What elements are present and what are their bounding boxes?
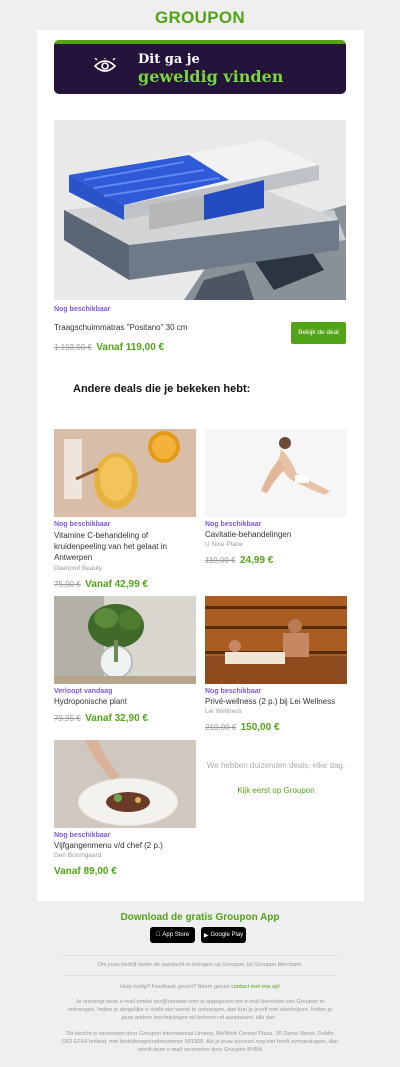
- deal-title[interactable]: Vijfgangenmenu v/d chef (2 p.): [54, 841, 196, 850]
- deal-image[interactable]: [205, 429, 347, 517]
- email-card: Dit ga je geweldig vinden Nog beschikbaa…: [37, 30, 364, 901]
- deal-title[interactable]: Cavitatie-behandelingen: [205, 530, 347, 539]
- deal-old-price: 75,00 €: [54, 580, 81, 589]
- footer-divider: [62, 955, 338, 956]
- merchant-line: Om jouw bedrijf onder de aandacht te bre…: [97, 962, 303, 968]
- deal-merchant: Diamond Beauty: [54, 565, 103, 572]
- deal-price: Vanaf 32,90 €: [85, 713, 148, 724]
- section-title: Andere deals die je bekeken hebt:: [73, 383, 251, 395]
- footer-divider: [62, 975, 338, 976]
- deal-price-row: 210,00 € 150,00 €: [205, 717, 347, 735]
- featured-price-row: 1.193,00 € Vanaf 119,00 €: [54, 337, 164, 355]
- deal-card[interactable]: Verloopt vandaag Hydroponische plant 79,…: [54, 596, 196, 728]
- deal-card[interactable]: Nog beschikbaar Vitamine C-behandeling o…: [54, 429, 196, 594]
- download-app-heading: Download de gratis Groupon App: [120, 912, 280, 923]
- help-text: Hulp nodig? Feedback geven? Neem gerust: [120, 984, 230, 990]
- featured-price: Vanaf 119,00 €: [96, 342, 165, 353]
- deal-image[interactable]: [54, 429, 196, 517]
- play-icon: ▶: [203, 932, 209, 939]
- deal-image[interactable]: [205, 596, 347, 684]
- featured-availability: Nog beschikbaar: [54, 306, 111, 313]
- deal-old-price: 110,00 €: [205, 556, 236, 565]
- featured-title[interactable]: Traagschuimmatras "Positano" 30 cm: [54, 323, 187, 332]
- deal-price: Vanaf 42,99 €: [85, 579, 148, 590]
- deal-title[interactable]: Vitamine C-behandeling of kruidenpeeling…: [54, 530, 196, 563]
- apple-icon: : [156, 932, 161, 938]
- deal-title[interactable]: Privé-wellness (2 p.) bij Lei Wellness: [205, 697, 347, 706]
- promo-banner[interactable]: Dit ga je geweldig vinden: [54, 40, 346, 94]
- featured-deal-image[interactable]: [54, 120, 346, 300]
- banner-accent-line: [54, 40, 346, 44]
- deal-image[interactable]: [54, 740, 196, 828]
- eye-icon: [94, 58, 116, 72]
- deal-title[interactable]: Hydroponische plant: [54, 697, 196, 706]
- promo-text: We hebben duizenden deals, elke dag.: [206, 761, 346, 770]
- deal-availability: Nog beschikbaar: [54, 832, 111, 839]
- deal-availability: Nog beschikbaar: [205, 521, 262, 528]
- promo-block: We hebben duizenden deals, elke dag. Kij…: [205, 760, 347, 795]
- deal-card[interactable]: Nog beschikbaar Privé-wellness (2 p.) bi…: [205, 596, 347, 737]
- promo-link[interactable]: Kijk eerst op Groupon: [205, 786, 347, 795]
- deal-price: 150,00 €: [240, 722, 280, 733]
- deal-price-row: Vanaf 89,00 €: [54, 861, 196, 879]
- deal-card[interactable]: Nog beschikbaar Cavitatie-behandelingen …: [205, 429, 347, 570]
- deal-merchant: U Nice Place: [205, 541, 243, 548]
- banner-line-1: Dit ga je: [138, 52, 200, 67]
- deal-card[interactable]: Nog beschikbaar Vijfgangenmenu v/d chef …: [54, 740, 196, 881]
- app-store-label: App Store: [160, 932, 189, 938]
- deal-price-row: 75,00 € Vanaf 42,99 €: [54, 574, 196, 592]
- deal-availability: Nog beschikbaar: [205, 688, 262, 695]
- legal-text-2: Dit bericht is verzonden door Groupon In…: [62, 1031, 338, 1053]
- google-play-label: Google Play: [210, 932, 244, 938]
- legal-text-1: Je ontvangt deze e-mail omdat xxx@ureade…: [67, 999, 333, 1021]
- contact-link[interactable]: contact met ons op!: [231, 984, 280, 990]
- deal-price: Vanaf 89,00 €: [54, 866, 117, 877]
- deal-merchant: Den Boomgaard: [54, 852, 102, 859]
- deal-price: 24,99 €: [240, 555, 274, 566]
- deal-price-row: 79,95 € Vanaf 32,90 €: [54, 708, 196, 726]
- deal-old-price: 79,95 €: [54, 714, 81, 723]
- deal-image[interactable]: [54, 596, 196, 684]
- deal-price-row: 110,00 € 24,99 €: [205, 550, 347, 568]
- app-store-badge[interactable]: App Store: [150, 927, 195, 943]
- view-deal-button[interactable]: Bekijk de deal: [291, 322, 346, 344]
- deal-availability: Nog beschikbaar: [54, 521, 111, 528]
- help-line: Hulp nodig? Feedback geven? Neem gerust …: [0, 983, 400, 991]
- deal-merchant: Lei Wellness: [205, 708, 242, 715]
- groupon-logo[interactable]: GROUPON: [0, 8, 400, 28]
- app-store-badges: App Store ▶Google Play: [150, 927, 246, 943]
- google-play-badge[interactable]: ▶ Google Play: [201, 927, 246, 943]
- banner-line-2: geweldig vinden: [138, 67, 284, 86]
- deal-availability: Verloopt vandaag: [54, 688, 113, 695]
- featured-old-price: 1.193,00 €: [54, 343, 92, 352]
- deal-old-price: 210,00 €: [205, 723, 237, 732]
